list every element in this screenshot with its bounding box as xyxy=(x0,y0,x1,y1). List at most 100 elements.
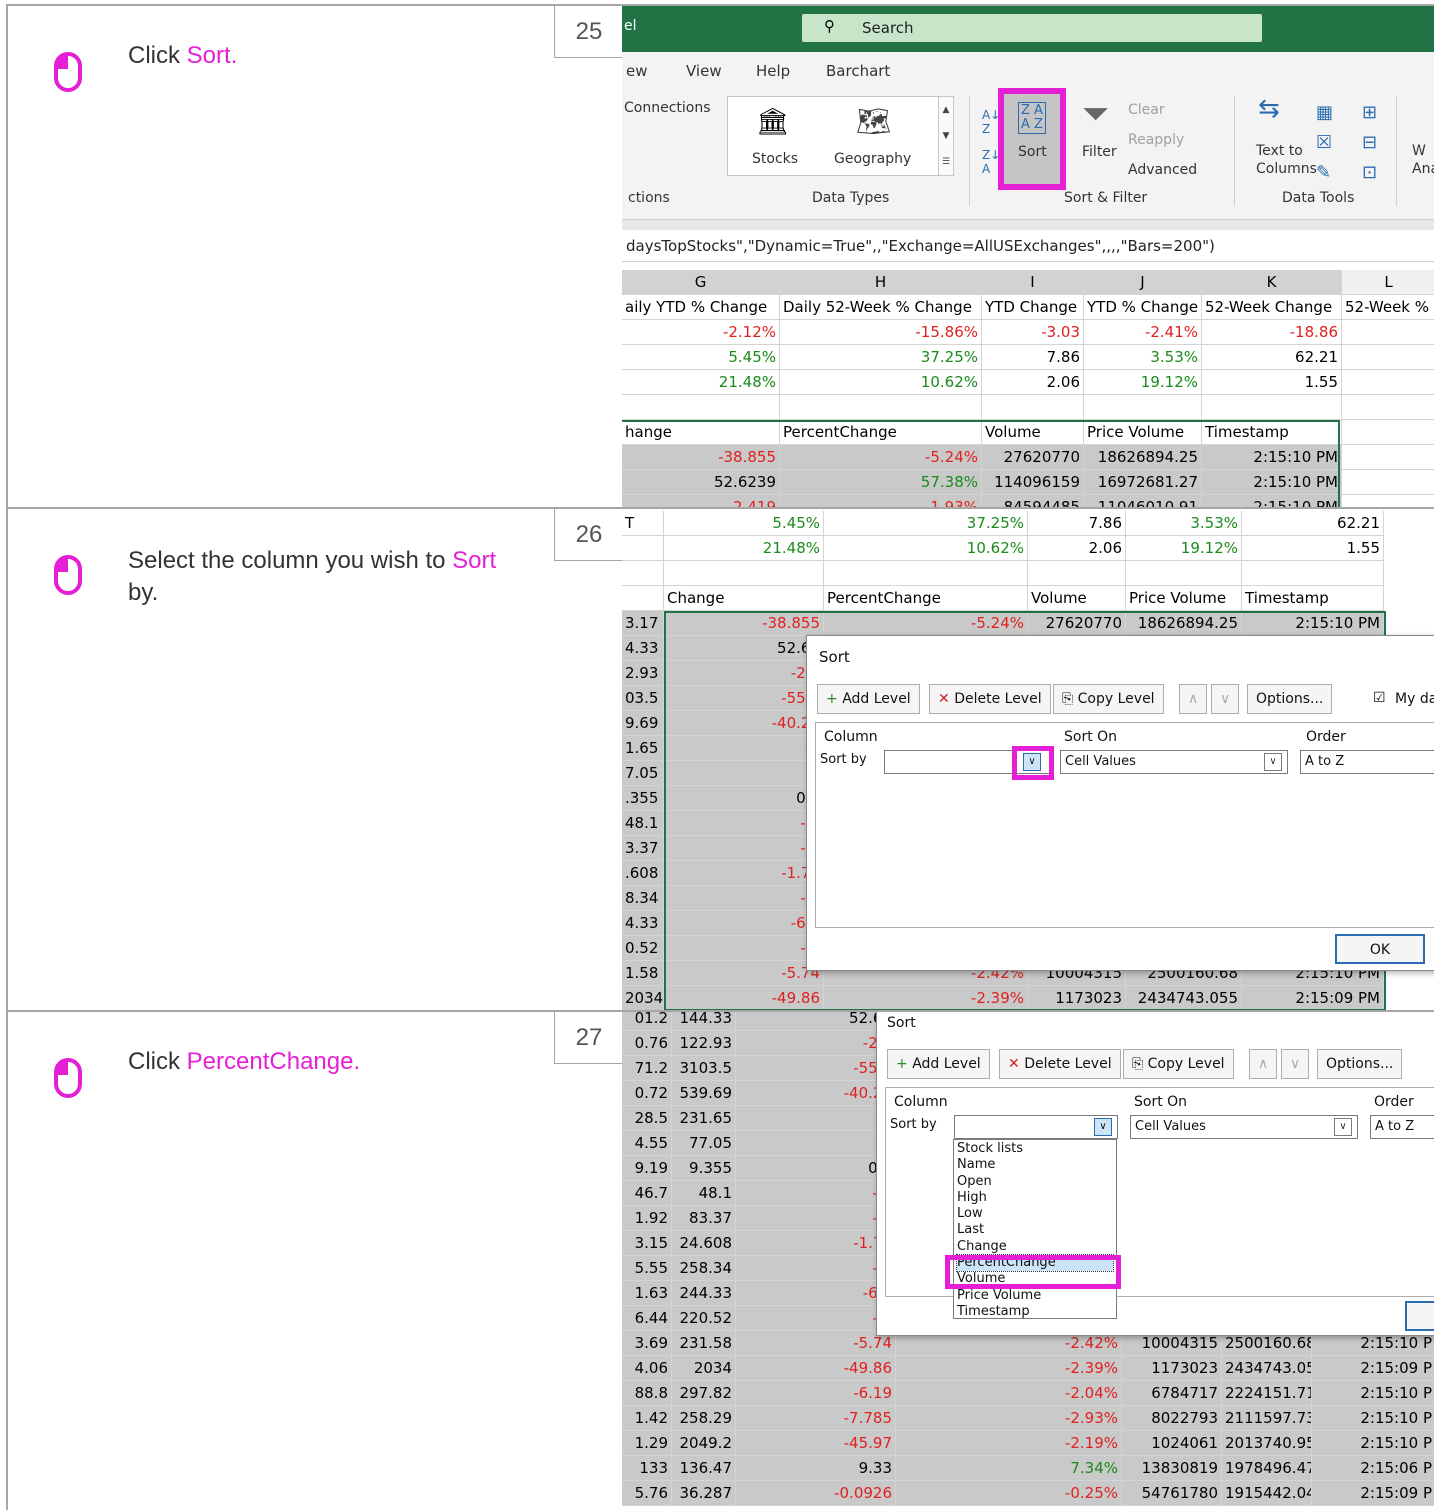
data-cell[interactable]: 1978496.475 xyxy=(1222,1456,1312,1481)
data-cell[interactable] xyxy=(1342,370,1434,395)
data-cell[interactable] xyxy=(982,395,1084,420)
data-cell[interactable]: -2 xyxy=(736,1106,896,1131)
data-cell[interactable]: 10.62% xyxy=(780,370,982,395)
data-cell[interactable]: 1173023 xyxy=(1028,986,1126,1010)
data-cell[interactable]: 27620770 xyxy=(1028,611,1126,636)
data-cell[interactable]: -5.74 xyxy=(736,1331,896,1356)
dropdown-option[interactable]: Name xyxy=(957,1157,1113,1173)
data-cell[interactable]: .355 xyxy=(622,786,664,811)
data-cell[interactable]: 4.06 xyxy=(622,1356,672,1381)
dropdown-option[interactable]: High xyxy=(957,1190,1113,1206)
data-cell[interactable]: 52.62 xyxy=(664,636,824,661)
search-box[interactable]: ⚲ Search xyxy=(802,14,1262,42)
data-cell[interactable]: .608 xyxy=(622,861,664,886)
data-cell[interactable]: -5.24% xyxy=(824,611,1028,636)
data-cell[interactable]: 1.29 xyxy=(622,1431,672,1456)
data-cell[interactable]: 52.6239 xyxy=(622,470,780,495)
data-cell[interactable]: -1.93% xyxy=(780,495,982,507)
data-cell[interactable]: 2111597.738 xyxy=(1222,1406,1312,1431)
data-cell[interactable]: 3103.5 xyxy=(672,1056,736,1081)
data-cell[interactable] xyxy=(622,586,664,611)
move-up-button[interactable]: ∧ xyxy=(1249,1049,1277,1079)
text-to-columns-button[interactable]: Text to Columns xyxy=(1256,142,1317,178)
data-cell[interactable]: -2.41% xyxy=(1084,320,1202,345)
gallery-scroll[interactable]: ▲ ▼ ☰ xyxy=(938,96,954,176)
data-cell[interactable]: -7.785 xyxy=(736,1406,896,1431)
data-cell[interactable]: 2:15:10 PM xyxy=(1202,445,1342,470)
copy-level-button[interactable]: ⎘ Copy Level xyxy=(1053,684,1164,714)
data-cell[interactable]: 1.55 xyxy=(1202,370,1342,395)
data-cell[interactable]: -40.26 xyxy=(664,711,824,736)
column-letter-j[interactable]: J xyxy=(1084,270,1202,295)
data-cell[interactable]: 3.17 xyxy=(622,611,664,636)
dropdown-option[interactable]: Open xyxy=(957,1174,1113,1190)
data-cell[interactable] xyxy=(1342,470,1434,495)
chevron-down-icon[interactable]: ∨ xyxy=(1334,1118,1352,1136)
data-cell[interactable]: 10.62% xyxy=(824,536,1028,561)
data-cell[interactable]: -3. xyxy=(736,1181,896,1206)
data-cell[interactable]: 1173023 xyxy=(1122,1356,1222,1381)
data-cell[interactable]: 2224151.717 xyxy=(1222,1381,1312,1406)
data-cell[interactable]: -49.86 xyxy=(736,1356,896,1381)
data-cell[interactable]: -2.93% xyxy=(896,1406,1122,1431)
data-cell[interactable]: -8. xyxy=(664,936,824,961)
data-cell[interactable]: 4.33 xyxy=(622,911,664,936)
data-cell[interactable]: 5.76 xyxy=(622,1481,672,1506)
data-cell[interactable]: 2013740.958 xyxy=(1222,1431,1312,1456)
data-cell[interactable] xyxy=(1342,445,1434,470)
data-cell[interactable]: 21.48% xyxy=(622,370,780,395)
column-letter-h[interactable]: H xyxy=(780,270,982,295)
data-cell[interactable]: 1.65 xyxy=(622,736,664,761)
data-cell[interactable]: 52.62 xyxy=(736,1012,896,1031)
data-cell[interactable]: 19.12% xyxy=(1126,536,1242,561)
data-cell[interactable]: 48.1 xyxy=(672,1181,736,1206)
data-cell[interactable]: 2:15:10 PM xyxy=(1202,495,1342,507)
data-cell[interactable]: 8022793 xyxy=(1122,1406,1222,1431)
data-cell[interactable]: 133 xyxy=(622,1456,672,1481)
header-cell[interactable]: YTD % Change xyxy=(1084,295,1202,320)
data-cell[interactable]: -2.39% xyxy=(824,986,1028,1010)
data-cell[interactable]: 144.33 xyxy=(672,1012,736,1031)
data-cell[interactable] xyxy=(1342,320,1434,345)
data-cell[interactable]: 9.33 xyxy=(736,1456,896,1481)
data-cell[interactable]: -2.419 xyxy=(622,495,780,507)
order-combo[interactable]: A to Z xyxy=(1370,1115,1434,1139)
tab-barchart[interactable]: Barchart xyxy=(826,62,890,80)
options-button[interactable]: Options... xyxy=(1317,1049,1403,1079)
dropdown-arrow-icon[interactable]: ∨ xyxy=(1023,753,1041,771)
data-cell[interactable]: 46.7 xyxy=(622,1181,672,1206)
header-cell[interactable]: YTD Change xyxy=(982,295,1084,320)
data-cell[interactable]: Volume xyxy=(1028,586,1126,611)
data-cell[interactable]: -5. xyxy=(736,1256,896,1281)
options-button[interactable]: Options... xyxy=(1247,684,1333,714)
data-cell[interactable] xyxy=(1242,561,1384,586)
data-cell[interactable]: 1024061 xyxy=(1122,1431,1222,1456)
data-cell[interactable]: 88.8 xyxy=(622,1381,672,1406)
data-cell[interactable]: 8.34 xyxy=(622,886,664,911)
dropdown-option[interactable]: Low xyxy=(957,1206,1113,1222)
data-cell[interactable]: -0.25% xyxy=(896,1481,1122,1506)
delete-level-button[interactable]: ✕ Delete Level xyxy=(929,684,1051,714)
data-cell[interactable]: -8. xyxy=(736,1306,896,1331)
data-cell[interactable]: 0.76 xyxy=(622,1031,672,1056)
tab-view[interactable]: View xyxy=(686,62,722,80)
data-cell[interactable]: 2434743.055 xyxy=(1126,986,1242,1010)
data-cell[interactable]: PercentChange xyxy=(780,420,982,445)
data-cell[interactable]: 9.69 xyxy=(622,711,664,736)
data-cell[interactable]: 77.05 xyxy=(672,1131,736,1156)
reapply-button[interactable]: Reapply xyxy=(1128,132,1184,148)
data-cell[interactable]: -3. xyxy=(664,811,824,836)
column-letter-l[interactable]: L xyxy=(1342,270,1434,295)
chevron-down-icon[interactable]: ∨ xyxy=(1264,753,1282,771)
advanced-button[interactable]: Advanced xyxy=(1128,162,1197,178)
geography-button[interactable]: Geography xyxy=(834,151,911,167)
data-cell[interactable]: -2.4 xyxy=(664,661,824,686)
data-cell[interactable]: 1.92 xyxy=(622,1206,672,1231)
dropdown-option[interactable]: Stock lists xyxy=(957,1141,1113,1157)
data-cell[interactable]: 9.355 xyxy=(672,1156,736,1181)
data-cell[interactable]: 297.82 xyxy=(672,1381,736,1406)
tab-help[interactable]: Help xyxy=(756,62,790,80)
data-cell[interactable]: 220.52 xyxy=(672,1306,736,1331)
column-letter-k[interactable]: K xyxy=(1202,270,1342,295)
dropdown-option[interactable]: Price Volume xyxy=(957,1288,1113,1304)
